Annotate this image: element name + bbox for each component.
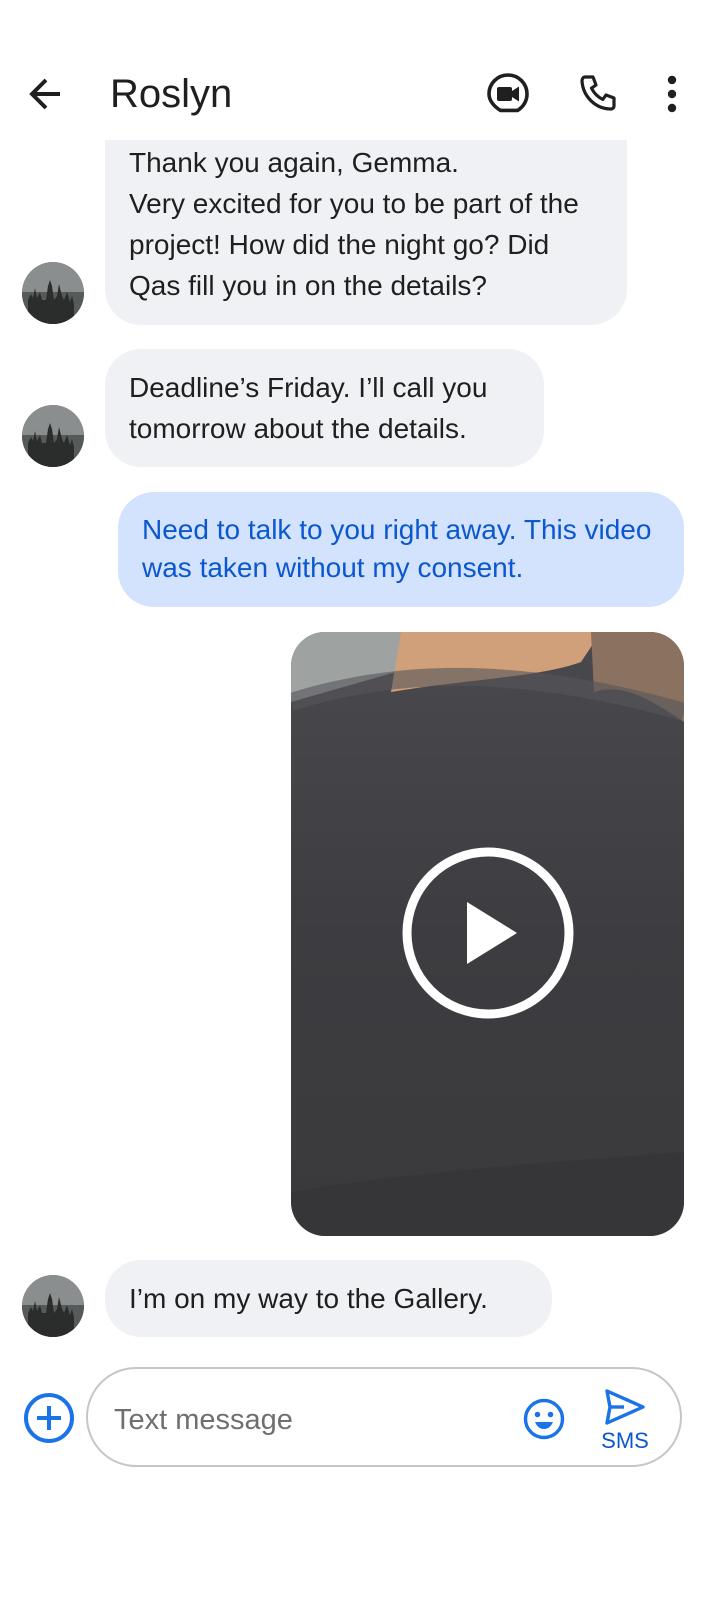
contact-name: Roslyn [110,72,233,116]
play-circle-icon [402,847,574,1019]
emoji-icon [523,1398,565,1440]
arrow-back-icon [29,78,60,110]
video-call-icon [487,73,529,113]
add-circle-icon [24,1393,74,1443]
video-call-button[interactable] [484,70,532,118]
compose-bar: SMS [86,1367,682,1467]
message-bubble-incoming[interactable]: I’m on my way to the Gallery. [105,1260,552,1337]
message-bubble-incoming[interactable]: Thank you again, Gemma. Very excited for… [105,140,627,325]
message-bubble-outgoing[interactable]: Need to talk to you right away. This vid… [118,492,684,607]
more-options-button[interactable] [652,70,692,118]
send-sms-button[interactable]: SMS [596,1387,654,1453]
send-icon [605,1389,645,1425]
avatar-image [22,262,84,324]
play-button[interactable] [401,846,575,1020]
app-bar: Roslyn [0,0,720,140]
message-bubble-incoming[interactable]: Deadline’s Friday. I’ll call you tomorro… [105,349,544,467]
phone-call-button[interactable] [574,70,622,118]
back-button[interactable] [22,70,70,118]
contact-avatar[interactable] [22,262,84,324]
avatar-image [22,1275,84,1337]
message-input[interactable] [112,1397,496,1443]
avatar-image [22,405,84,467]
contact-avatar[interactable] [22,1275,84,1337]
phone-icon [580,75,616,111]
add-attachment-button[interactable] [22,1391,76,1445]
send-mode-label: SMS [601,1428,649,1453]
contact-avatar[interactable] [22,405,84,467]
emoji-button[interactable] [522,1397,566,1441]
more-vert-icon [667,75,677,113]
